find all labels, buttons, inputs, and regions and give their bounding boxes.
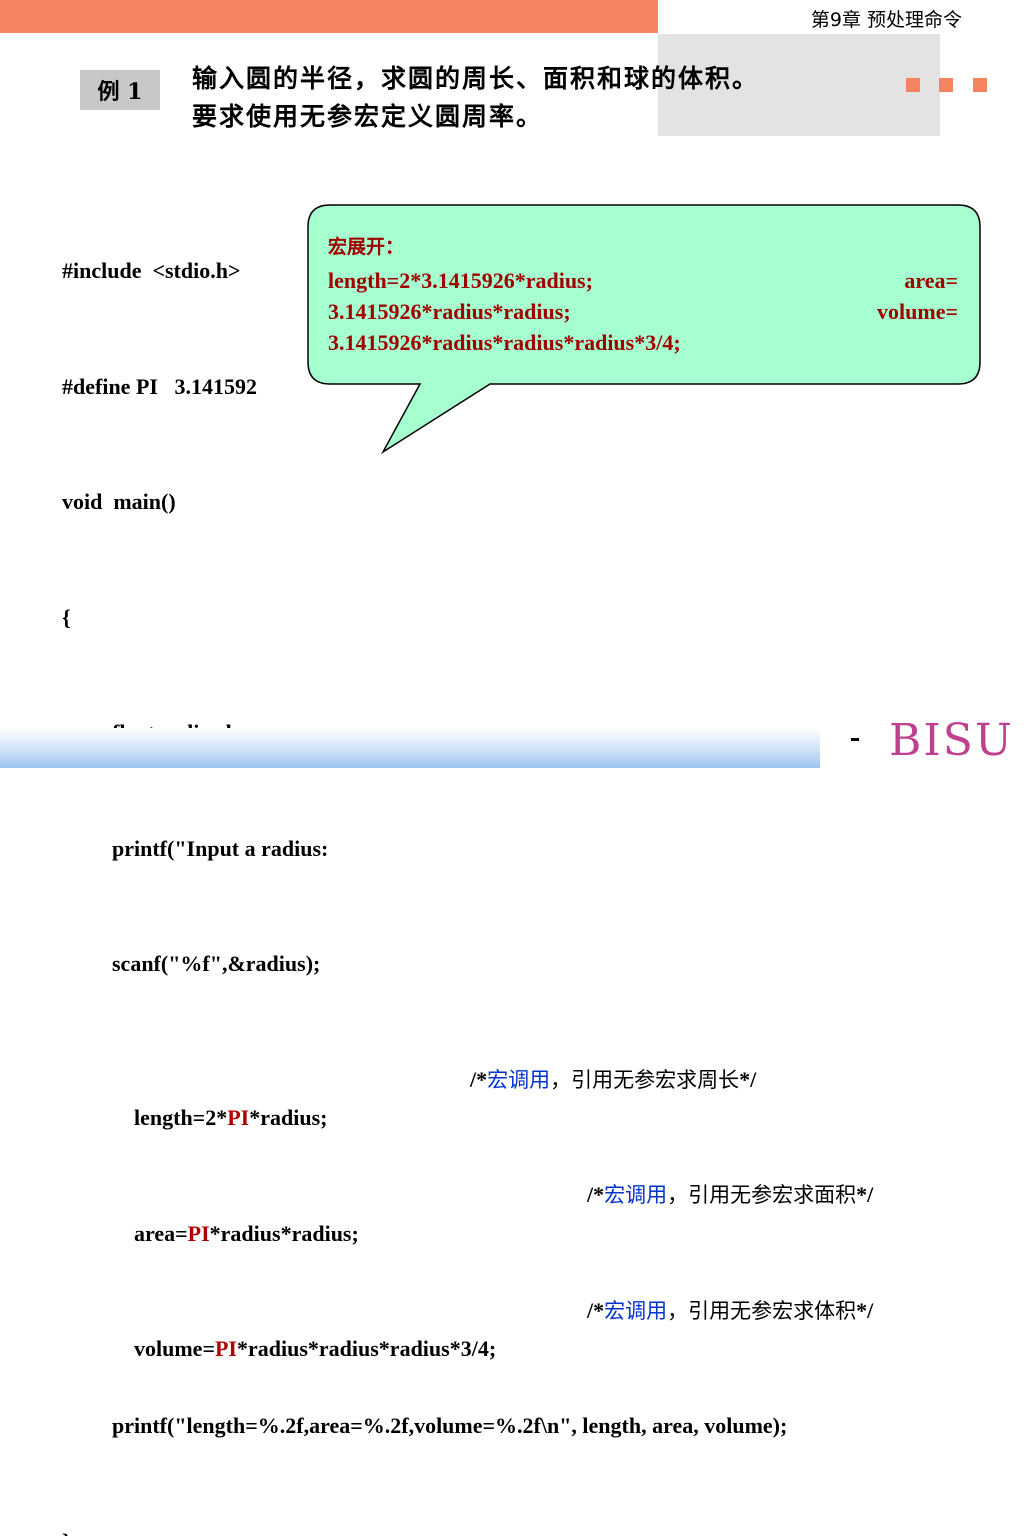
macro-expansion: 宏展开： length=2*3.1415926*radius; area= 3.…: [328, 232, 958, 358]
macro-name: PI: [227, 1105, 249, 1130]
problem-statement: 输入圆的半径，求圆的周长、面积和球的体积。 要求使用无参宏定义圆周率。: [192, 60, 952, 136]
code-comment: /*宏调用，引用无参宏求面积*/: [587, 1176, 873, 1215]
code-line: area=PI*radius*radius; /*宏调用，引用无参宏求面积*/: [62, 1176, 787, 1215]
code-line: printf("length=%.2f,area=%.2f,volume=%.2…: [62, 1407, 787, 1446]
code-comment: /*宏调用，引用无参宏求体积*/: [587, 1292, 873, 1331]
code-text: volume=: [134, 1336, 215, 1361]
macro-call-label: 宏调用: [604, 1183, 667, 1207]
deco-square-1: [906, 78, 920, 92]
code-line: #define PI 3.141592: [62, 368, 787, 407]
comment-text: ，引用无参宏求周长: [550, 1068, 739, 1092]
footer-bar: [0, 728, 820, 768]
comment-open: /*: [587, 1298, 604, 1323]
comment-close: */: [856, 1298, 873, 1323]
header-bar: [0, 0, 658, 33]
code-block: #include <stdio.h> #define PI 3.141592 v…: [62, 175, 787, 1536]
code-line: }: [62, 1523, 787, 1536]
comment-close: */: [739, 1067, 756, 1092]
chapter-title: 第9章 预处理命令: [811, 5, 962, 32]
code-text: length=2*: [134, 1105, 227, 1130]
code-text: *radius*radius;: [210, 1221, 359, 1246]
expansion-row: 3.1415926*radius*radius; volume=: [328, 296, 958, 327]
code-line: length=2*PI*radius; /*宏调用，引用无参宏求周长*/: [62, 1061, 787, 1100]
code-line: void main(): [62, 483, 787, 522]
code-line: {: [62, 599, 787, 638]
macro-name: PI: [188, 1221, 210, 1246]
comment-text: ，引用无参宏求面积: [667, 1183, 856, 1207]
logo-dot: [851, 738, 859, 741]
expansion-text: 3.1415926*radius*radius;: [328, 296, 571, 327]
bisu-logo: BISU: [889, 715, 1014, 766]
expansion-text: area=: [904, 265, 958, 296]
deco-square-2: [939, 78, 953, 92]
comment-open: /*: [470, 1067, 487, 1092]
expansion-text: length=2*3.1415926*radius;: [328, 265, 593, 296]
expansion-text: volume=: [877, 296, 958, 327]
macro-call-label: 宏调用: [604, 1299, 667, 1323]
macro-call-label: 宏调用: [487, 1068, 550, 1092]
code-text: area=: [134, 1221, 188, 1246]
callout-title: 宏展开：: [328, 232, 958, 263]
expansion-row: length=2*3.1415926*radius; area=: [328, 265, 958, 296]
code-line: printf("Input a radius:: [62, 830, 787, 869]
code-text: *radius*radius*radius*3/4;: [237, 1336, 496, 1361]
problem-line-2: 要求使用无参宏定义圆周率。: [192, 98, 952, 136]
problem-line-1: 输入圆的半径，求圆的周长、面积和球的体积。: [192, 60, 952, 98]
code-line: scanf("%f",&radius);: [62, 945, 787, 984]
comment-close: */: [856, 1182, 873, 1207]
macro-name: PI: [215, 1336, 237, 1361]
example-badge: 例 1: [80, 70, 160, 110]
code-line: volume=PI*radius*radius*radius*3/4; /*宏调…: [62, 1292, 787, 1331]
code-text: *radius;: [249, 1105, 327, 1130]
deco-square-3: [973, 78, 987, 92]
expansion-row: 3.1415926*radius*radius*radius*3/4;: [328, 327, 958, 358]
comment-text: ，引用无参宏求体积: [667, 1299, 856, 1323]
code-comment: /*宏调用，引用无参宏求周长*/: [470, 1061, 756, 1100]
comment-open: /*: [587, 1182, 604, 1207]
